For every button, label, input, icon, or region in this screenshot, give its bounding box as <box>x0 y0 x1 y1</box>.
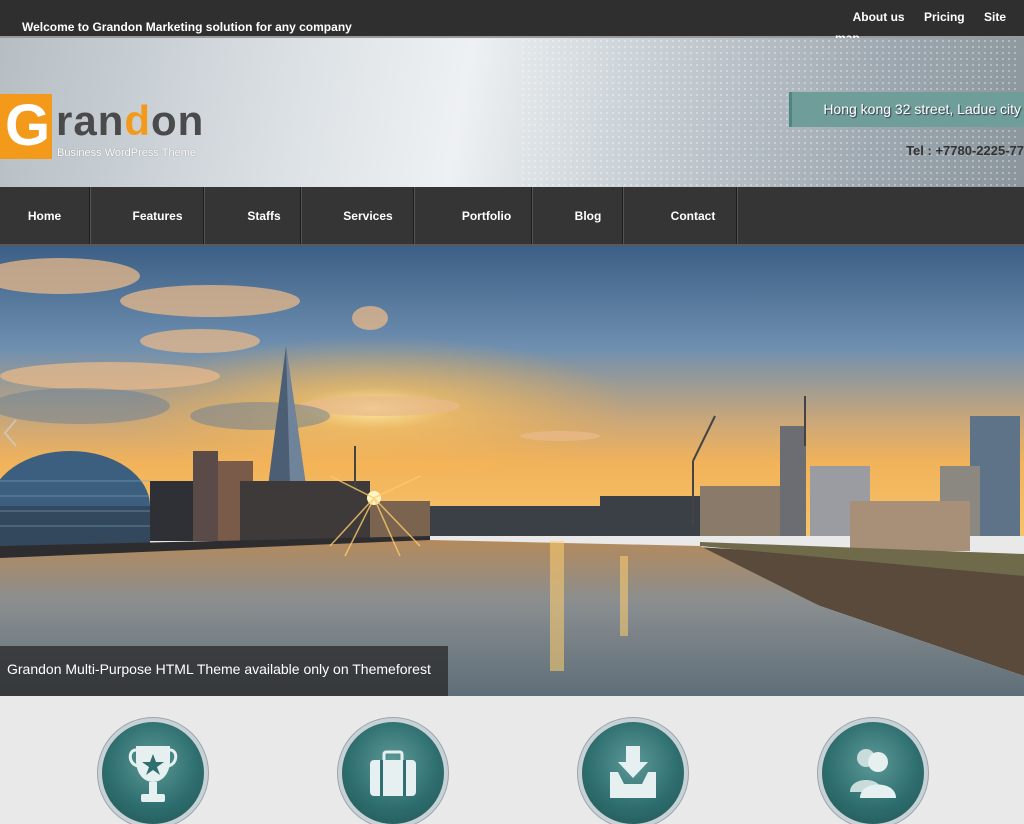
about-us-link[interactable]: About us <box>853 10 905 24</box>
hero-image <box>0 246 1024 696</box>
users-icon <box>850 749 896 798</box>
site-map-link[interactable]: Site <box>984 10 1006 24</box>
slide-caption: Grandon Multi-Purpose HTML Theme availab… <box>0 646 448 696</box>
address-badge: Hong kong 32 street, Ladue city <box>789 92 1024 127</box>
logo-text-part: on <box>151 97 205 144</box>
site-header: G randon Business WordPress Theme Hong k… <box>0 38 1024 187</box>
feature-icons-section <box>0 696 1024 824</box>
nav-home[interactable]: Home <box>0 187 89 244</box>
pricing-link[interactable]: Pricing <box>924 10 965 24</box>
nav-divider <box>736 187 738 244</box>
main-nav: Home Features Staffs Services Portfolio … <box>0 187 1024 246</box>
hero-slider[interactable] <box>0 246 1024 696</box>
trophy-icon <box>128 746 178 802</box>
welcome-text: Welcome to Grandon Marketing solution fo… <box>22 20 352 34</box>
trophy-feature[interactable] <box>102 722 204 824</box>
slider-prev-arrow[interactable] <box>2 418 22 448</box>
slide-caption-text: Grandon Multi-Purpose HTML Theme availab… <box>7 661 431 677</box>
address-text: Hong kong 32 street, Ladue city <box>823 101 1021 117</box>
top-links: About us Pricing Site map <box>824 7 1024 45</box>
logo-tagline: Business WordPress Theme <box>57 147 196 159</box>
briefcase-icon <box>370 750 416 796</box>
briefcase-feature[interactable] <box>342 722 444 824</box>
download-feature[interactable] <box>582 722 684 824</box>
nav-contact[interactable]: Contact <box>624 187 762 244</box>
download-tray-icon <box>610 746 656 798</box>
logo-initial[interactable]: G <box>5 96 50 156</box>
telephone-text: Tel : +7780-2225-77 <box>906 143 1024 158</box>
logo-text-part: ran <box>56 97 125 144</box>
logo-wordmark[interactable]: randon <box>56 96 204 146</box>
chevron-left-icon <box>3 419 17 447</box>
users-feature[interactable] <box>822 722 924 824</box>
logo-text-accent: d <box>124 97 152 144</box>
